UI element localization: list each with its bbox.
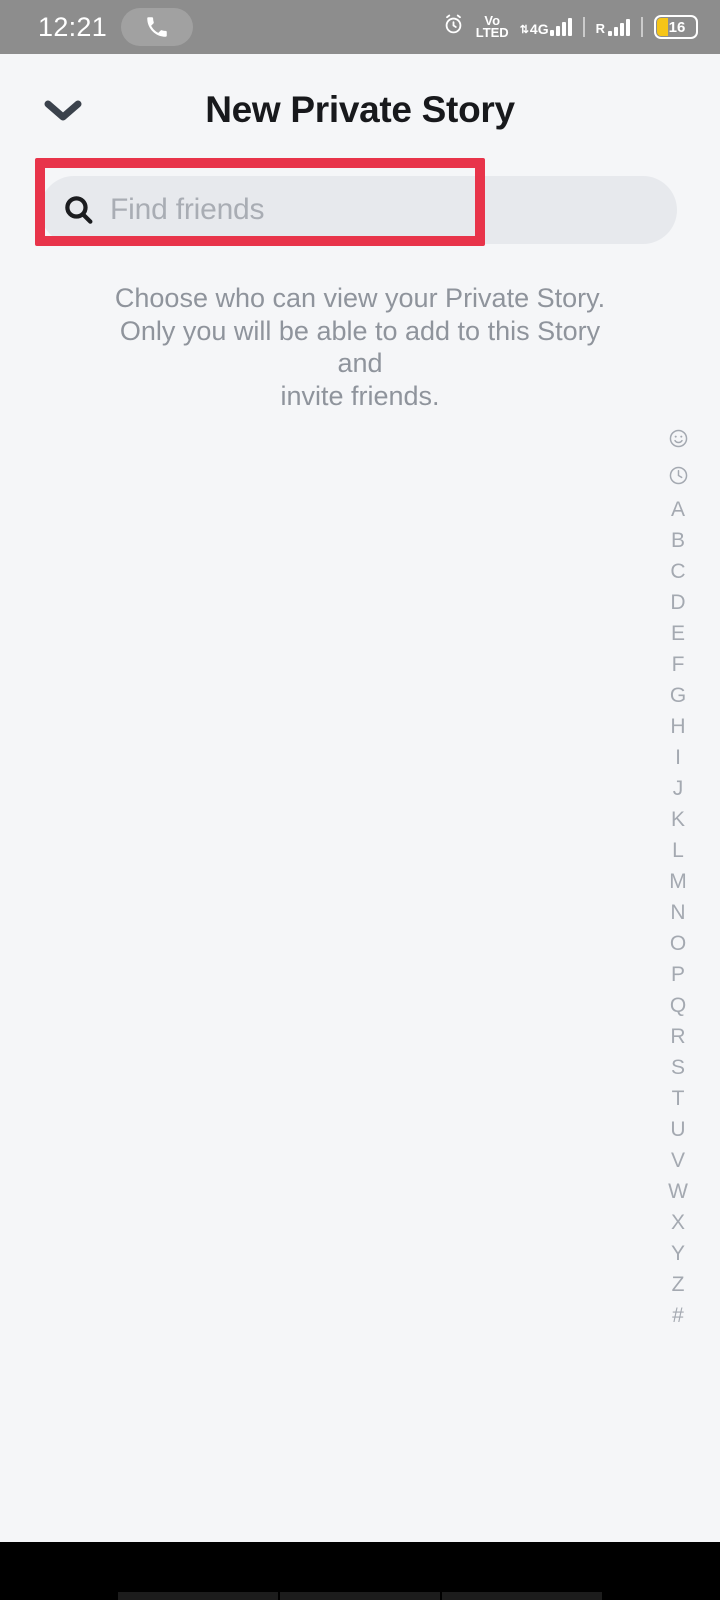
- clock-icon[interactable]: [668, 457, 689, 494]
- alphabet-index-letter[interactable]: Z: [668, 1269, 688, 1300]
- alphabet-index-letter[interactable]: Y: [668, 1238, 688, 1269]
- alphabet-index-letter[interactable]: U: [668, 1114, 688, 1145]
- chevron-down-icon[interactable]: [38, 85, 88, 135]
- volte-bottom-label: LTED: [475, 25, 509, 40]
- app-screen: 12:21 Vo LTED ⇅ 4G R 16 New Private Stor…: [0, 0, 720, 1600]
- alphabet-index-letter[interactable]: G: [668, 680, 688, 711]
- alphabet-index-letter[interactable]: F: [668, 649, 688, 680]
- system-navigation-bar: [0, 1542, 720, 1600]
- description-line-3: invite friends.: [280, 380, 440, 411]
- phone-handset-icon: [121, 8, 194, 46]
- alphabet-index-scrubber[interactable]: A B C D E F G H I J K L M N O P Q R S T U V W X Y Z #: [660, 420, 696, 1331]
- search-bar[interactable]: Find friends: [40, 176, 677, 244]
- alphabet-index-letter[interactable]: T: [668, 1083, 688, 1114]
- alphabet-index-letters[interactable]: A B C D E F G H I J K L M N O P Q R S T U V W X Y Z #: [668, 494, 688, 1331]
- description-line-2: Only you will be able to add to this Sto…: [119, 315, 601, 379]
- status-divider: [582, 17, 585, 37]
- alarm-clock-icon: [442, 13, 465, 41]
- alphabet-index-letter[interactable]: H: [668, 711, 688, 742]
- roaming-signal-indicator: R: [596, 18, 630, 36]
- alphabet-index-letter[interactable]: N: [668, 897, 688, 928]
- status-bar: 12:21 Vo LTED ⇅ 4G R 16: [0, 0, 720, 54]
- alphabet-index-letter[interactable]: #: [668, 1300, 688, 1331]
- alphabet-index-letter[interactable]: O: [668, 928, 688, 959]
- status-bar-left: 12:21: [38, 8, 194, 46]
- alphabet-index-letter[interactable]: L: [668, 835, 688, 866]
- roaming-label: R: [595, 21, 605, 36]
- page-title: New Private Story: [205, 89, 515, 130]
- nav-button-back[interactable]: [442, 1592, 602, 1600]
- alphabet-index-letter[interactable]: K: [668, 804, 688, 835]
- alphabet-index-letter[interactable]: E: [668, 618, 688, 649]
- search-input[interactable]: Find friends: [40, 176, 677, 244]
- alphabet-index-letter[interactable]: B: [668, 525, 688, 556]
- smiley-face-icon[interactable]: [668, 420, 689, 457]
- description-line-1: Choose who can view your Private Story.: [114, 283, 606, 313]
- private-story-description: Choose who can view your Private Story. …: [0, 282, 720, 413]
- nav-button-home[interactable]: [280, 1592, 440, 1600]
- network-type-label: ⇅: [520, 25, 529, 36]
- alphabet-index-letter[interactable]: Q: [668, 990, 688, 1021]
- alphabet-index-letter[interactable]: M: [668, 866, 688, 897]
- search-icon: [62, 193, 96, 227]
- alphabet-index-letter[interactable]: D: [668, 587, 688, 618]
- search-input-placeholder: Find friends: [110, 193, 265, 226]
- roaming-signal-bars-icon: [608, 18, 630, 36]
- alphabet-index-letter[interactable]: X: [668, 1207, 688, 1238]
- battery-percent-label: 16: [668, 18, 686, 36]
- nav-button-recents[interactable]: [118, 1592, 278, 1600]
- mobile-data-indicator: ⇅ 4G: [520, 18, 572, 36]
- alphabet-index-letter[interactable]: R: [668, 1021, 688, 1052]
- alphabet-index-letter[interactable]: P: [668, 959, 688, 990]
- alphabet-index-letter[interactable]: W: [668, 1176, 688, 1207]
- alphabet-index-letter[interactable]: C: [668, 556, 688, 587]
- alphabet-index-letter[interactable]: A: [668, 494, 688, 525]
- navigation-buttons[interactable]: [0, 1592, 720, 1600]
- data-arrows-icon: ⇅: [519, 24, 529, 36]
- alphabet-index-letter[interactable]: V: [668, 1145, 688, 1176]
- status-divider-2: [641, 17, 643, 37]
- status-bar-clock: 12:21: [38, 11, 108, 42]
- alphabet-index-letter[interactable]: I: [668, 742, 688, 773]
- network-generation-label: 4G: [529, 21, 549, 37]
- battery-icon: 16: [654, 15, 698, 39]
- alphabet-index-letter[interactable]: S: [668, 1052, 688, 1083]
- signal-bars-icon: [549, 18, 572, 36]
- app-header: New Private Story: [0, 54, 720, 166]
- alphabet-index-letter[interactable]: J: [668, 773, 688, 804]
- volte-indicator: Vo LTED: [475, 14, 509, 40]
- status-bar-right: Vo LTED ⇅ 4G R 16: [442, 13, 698, 41]
